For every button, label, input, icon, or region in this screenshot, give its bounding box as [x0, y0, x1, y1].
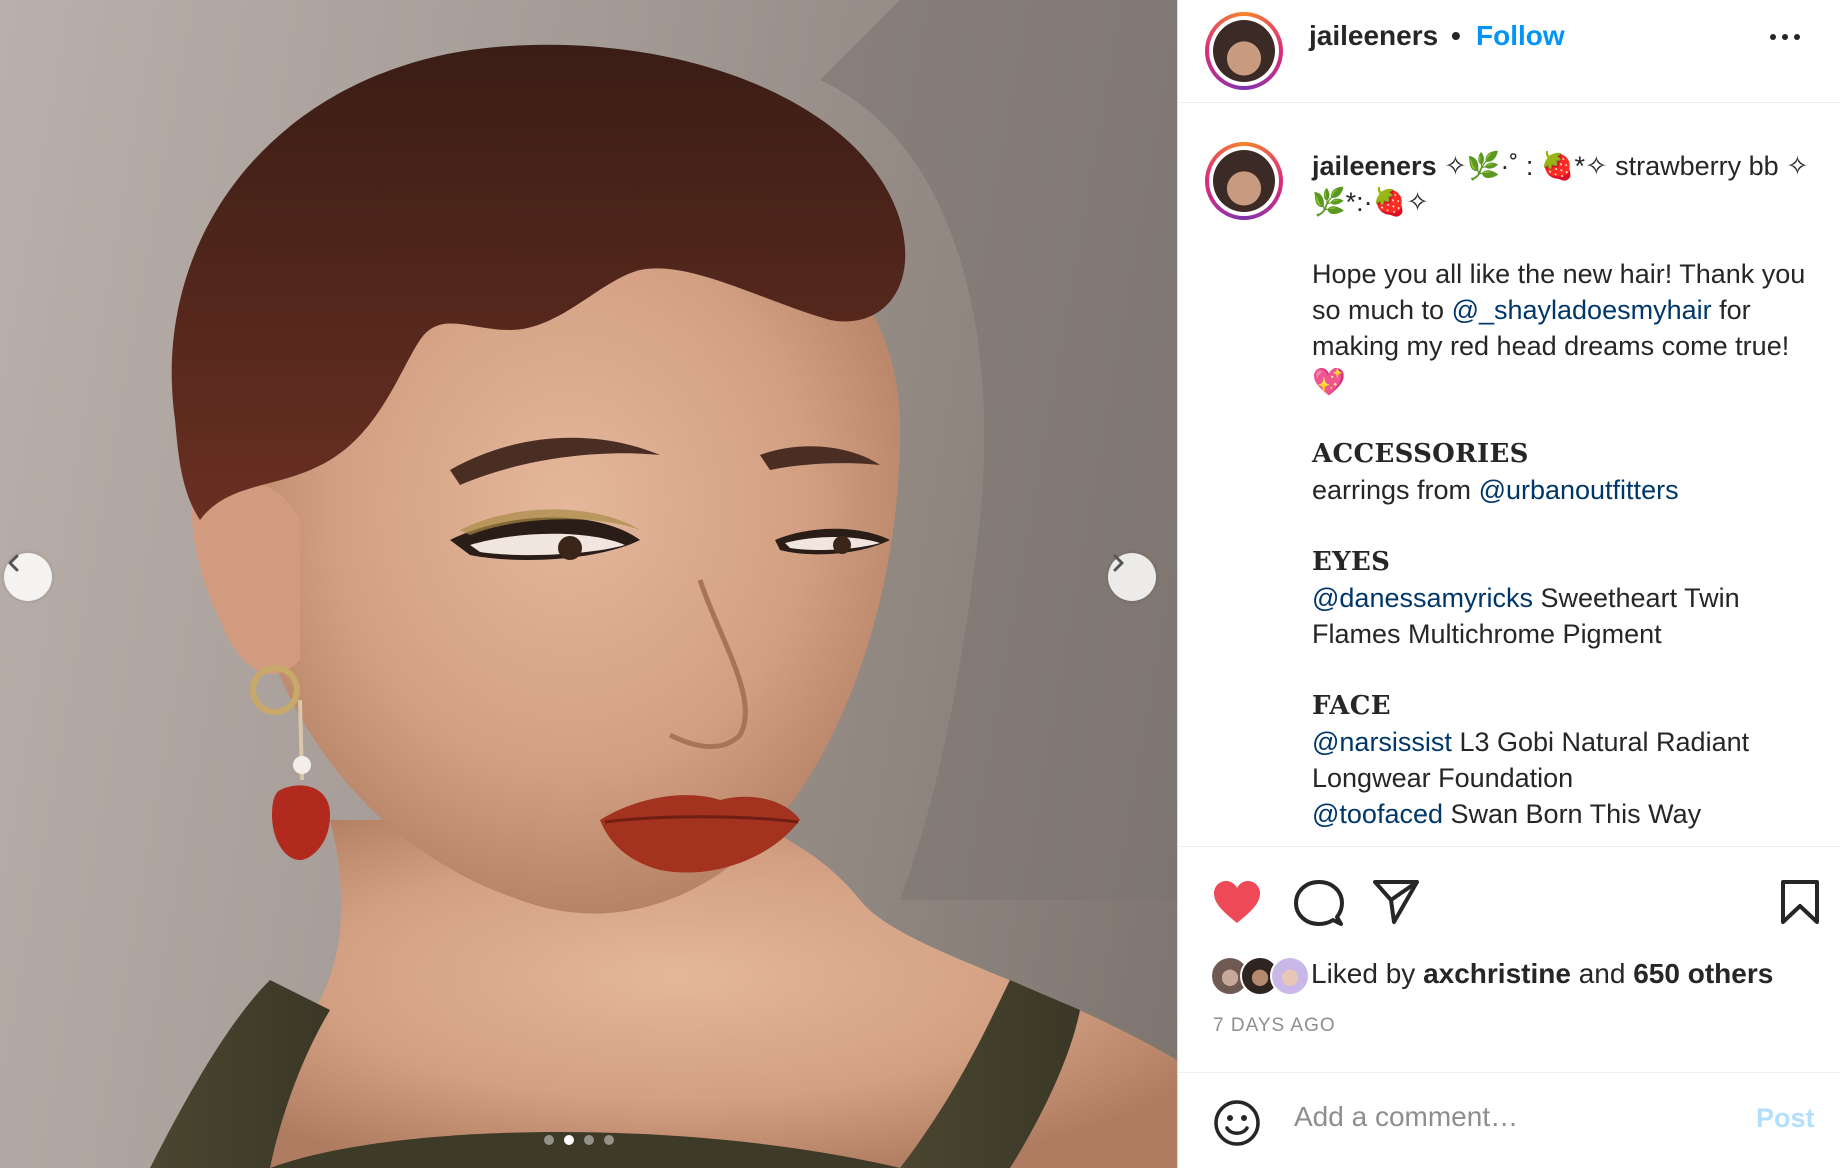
more-horizontal-icon	[1770, 34, 1776, 40]
author-avatar[interactable]	[1205, 12, 1283, 90]
follow-button[interactable]: Follow	[1476, 20, 1565, 52]
bookmark-icon[interactable]	[1780, 879, 1820, 925]
avatar-ring-inner	[1209, 16, 1279, 86]
caption-intro: Hope you all like the new hair! Thank yo…	[1312, 256, 1812, 400]
likes-mid: and	[1570, 958, 1634, 989]
caption-text: jaileeners ✧🌿·˚ : 🍓*✧ strawberry bb ✧🌿*:…	[1312, 148, 1812, 832]
post-timestamp[interactable]: 7 DAYS AGO	[1213, 1015, 1336, 1037]
face-line-1: @narsissist L3 Gobi Natural Radiant Long…	[1312, 724, 1812, 796]
comment-input[interactable]	[1294, 1095, 1714, 1139]
accessories-line: earrings from @urbanoutfitters	[1312, 472, 1812, 508]
caption-author-avatar[interactable]	[1205, 142, 1283, 220]
post-side-panel: jaileeners • Follow jaileeners ✧🌿·˚ : 🍓*…	[1177, 0, 1840, 1168]
avatar-ring-inner	[1209, 146, 1279, 216]
carousel-dot	[544, 1135, 554, 1145]
comment-icon[interactable]	[1294, 879, 1344, 927]
more-dot	[1782, 34, 1788, 40]
carousel-next-button[interactable]	[1108, 553, 1156, 601]
face-line-2: @toofaced Swan Born This Way	[1312, 796, 1812, 832]
author-username[interactable]: jaileeners	[1309, 20, 1438, 52]
section-heading-accessories: ACCESSORIES	[1312, 439, 1529, 469]
post-actions: Liked by axchristine and 650 others 7 DA…	[1178, 846, 1840, 1072]
caption-section[interactable]: jaileeners ✧🌿·˚ : 🍓*✧ strawberry bb ✧🌿*:…	[1178, 104, 1840, 846]
mention-link[interactable]: @narsissist	[1312, 727, 1452, 757]
carousel-dot-active	[564, 1135, 574, 1145]
mention-link[interactable]: @_shayladoesmyhair	[1452, 295, 1712, 325]
liker-avatars[interactable]	[1210, 956, 1310, 998]
share-icon[interactable]	[1372, 879, 1420, 925]
likes-summary: Liked by axchristine and 650 others	[1311, 958, 1773, 990]
comment-bar: Post	[1178, 1072, 1840, 1168]
section-heading-eyes: EYES	[1312, 547, 1391, 577]
emoji-smile-icon[interactable]	[1213, 1099, 1261, 1147]
carousel-indicator	[544, 1135, 614, 1145]
avatar-image	[1213, 20, 1275, 82]
likes-count[interactable]: 650 others	[1633, 958, 1773, 989]
avatar-image	[1213, 150, 1275, 212]
more-dot	[1794, 34, 1800, 40]
header-separator: •	[1451, 20, 1461, 51]
chevron-left-icon	[8, 554, 19, 572]
mention-link[interactable]: @toofaced	[1312, 799, 1443, 829]
likes-prefix: Liked by	[1311, 958, 1424, 989]
eyes-line: @danessamyricks Sweetheart Twin Flames M…	[1312, 580, 1812, 652]
liker-avatar	[1270, 956, 1310, 996]
mention-link[interactable]: @danessamyricks	[1312, 583, 1533, 613]
carousel-dot	[584, 1135, 594, 1145]
post-comment-button[interactable]: Post	[1756, 1103, 1815, 1134]
carousel-dot	[604, 1135, 614, 1145]
caption-title: jaileeners ✧🌿·˚ : 🍓*✧ strawberry bb ✧🌿*:…	[1312, 148, 1812, 220]
liked-by-user[interactable]: axchristine	[1423, 958, 1571, 989]
chevron-right-icon	[1113, 554, 1124, 572]
carousel-prev-button[interactable]	[4, 553, 52, 601]
post-photo	[150, 0, 1177, 1168]
section-heading-face: FACE	[1312, 691, 1391, 721]
mention-link[interactable]: @urbanoutfitters	[1479, 475, 1679, 505]
accessories-text: earrings from	[1312, 475, 1479, 505]
caption-username[interactable]: jaileeners	[1312, 151, 1437, 181]
more-options-button[interactable]	[1770, 26, 1800, 48]
post-header: jaileeners • Follow	[1178, 0, 1840, 103]
heart-filled-icon[interactable]	[1212, 879, 1262, 925]
post-media[interactable]	[0, 0, 1177, 1168]
face-text: Swan Born This Way	[1443, 799, 1702, 829]
